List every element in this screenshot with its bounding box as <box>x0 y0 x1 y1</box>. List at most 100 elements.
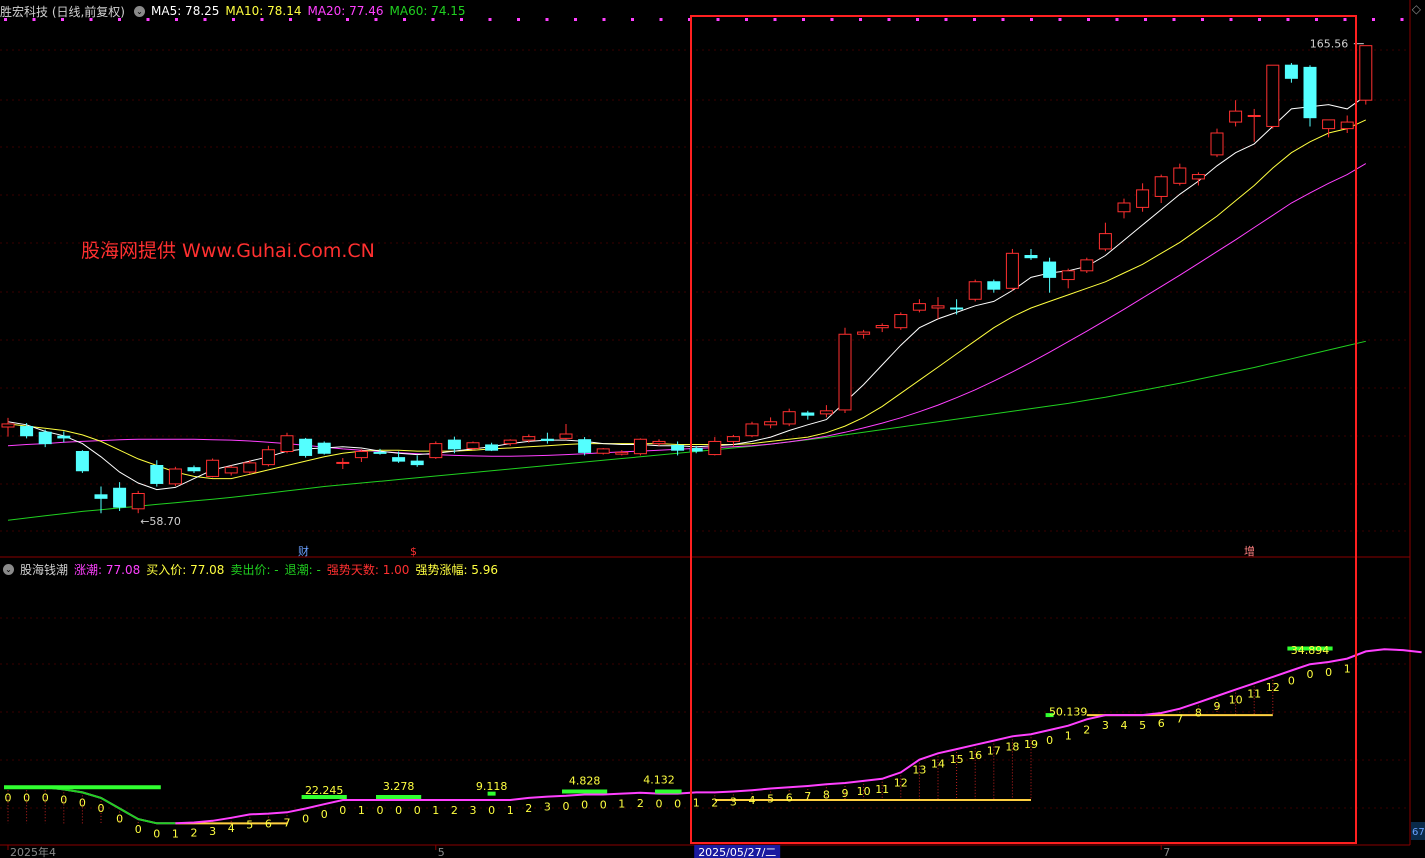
candle-body <box>1284 64 1298 79</box>
signal-dot <box>1058 18 1062 21</box>
candle-body <box>1247 115 1261 117</box>
signal-dot <box>716 18 720 21</box>
candle-body <box>857 331 871 335</box>
count-label: 0 <box>60 793 67 806</box>
signal-dot <box>374 18 378 21</box>
signal-dot <box>1001 18 1005 21</box>
candle-body <box>838 333 852 411</box>
count-label: 0 <box>153 827 160 840</box>
value-label: 9.118 <box>476 780 508 793</box>
count-label: 6 <box>1158 717 1165 730</box>
candle-body <box>224 466 238 474</box>
signal-dot <box>830 18 834 21</box>
signal-dot <box>631 18 634 21</box>
candle-body <box>113 487 127 508</box>
tuichao-line <box>8 786 176 825</box>
candle-body <box>912 303 926 311</box>
signal-dot <box>488 18 492 21</box>
x-axis-label: 2025年4 <box>10 845 56 858</box>
count-label: 0 <box>656 798 663 811</box>
candle-body <box>354 451 368 459</box>
candle-body <box>745 423 759 437</box>
signal-dot <box>659 18 663 21</box>
count-label: 0 <box>321 808 328 821</box>
signal-dot <box>944 18 948 21</box>
candle-body <box>968 281 982 300</box>
candle-body <box>1340 121 1354 130</box>
count-label: 15 <box>950 753 964 766</box>
candle-body <box>1043 261 1057 278</box>
signal-dot <box>346 18 349 21</box>
candle-body <box>708 440 722 456</box>
signal-dot <box>1030 18 1033 21</box>
signal-dot <box>175 18 178 21</box>
count-label: 9 <box>842 787 849 800</box>
count-label: 3 <box>1102 719 1109 732</box>
signal-dot <box>887 18 891 21</box>
candle-body <box>503 439 517 445</box>
candle-body <box>726 436 740 442</box>
signal-dot <box>1087 18 1090 21</box>
signal-dot <box>1115 18 1119 21</box>
count-label: 3 <box>209 825 216 838</box>
x-axis-label: 5 <box>438 846 445 858</box>
ma5-line <box>7 95 1367 491</box>
candle-body <box>1117 202 1131 213</box>
signal-dot <box>973 18 976 21</box>
count-label: 1 <box>618 798 625 811</box>
signal-dot <box>146 18 150 21</box>
candle-body <box>261 449 275 466</box>
stock-chart[interactable]: 165.56←58.70财 $ 增0 0 0 0 0 000 0 1 2 3 4 5 6 7 0 0 0 1 0 0 0 1 2… <box>0 0 1425 858</box>
signal-dot <box>32 18 36 21</box>
count-label: 1 <box>1065 730 1072 743</box>
candle-body <box>819 410 833 415</box>
candle-body <box>57 435 71 439</box>
count-label: 2 <box>637 797 644 810</box>
candle-body <box>206 459 220 477</box>
count-label: 4 <box>228 822 235 835</box>
count-label: 1 <box>507 804 514 817</box>
count-label: 2 <box>525 802 532 815</box>
signal-dot <box>859 18 862 21</box>
candle-body <box>429 443 443 459</box>
count-label: 0 <box>488 804 495 817</box>
count-label: 5 <box>246 818 253 831</box>
candle-body <box>540 438 554 442</box>
signal-dot <box>545 18 549 21</box>
count-label: 0 <box>377 804 384 817</box>
candle-body <box>652 440 666 445</box>
signal-dot <box>916 18 919 21</box>
count-label: 0 <box>600 798 607 811</box>
value-label: 4.132 <box>643 774 675 787</box>
signal-dot <box>1315 18 1318 21</box>
candle-body <box>1098 233 1112 250</box>
count-label: 0 <box>395 804 402 817</box>
candle-body <box>1005 252 1019 289</box>
count-label: 2 <box>711 796 718 809</box>
candle-body <box>987 281 1001 290</box>
count-label: 1 <box>693 796 700 809</box>
candle-body <box>243 462 257 473</box>
candle-body <box>131 493 145 510</box>
count-label: 3 <box>730 796 737 809</box>
candle-body <box>299 438 313 456</box>
candle-body <box>1154 176 1168 197</box>
signal-dot <box>89 18 93 21</box>
count-label: 12 <box>1266 681 1280 694</box>
count-label: 11 <box>1247 687 1261 700</box>
signal-dot <box>317 18 321 21</box>
count-label: 0 <box>414 804 421 817</box>
candle-body <box>875 325 889 329</box>
max-price-label: 165.56 <box>1310 38 1349 51</box>
count-label: 1 <box>432 804 439 817</box>
candle-body <box>410 460 424 466</box>
signal-dot <box>203 18 207 21</box>
candle-body <box>1359 45 1373 101</box>
count-label: 18 <box>1005 740 1019 753</box>
candle-body <box>336 461 350 464</box>
signal-dot <box>61 18 64 21</box>
signal-dot <box>260 18 264 21</box>
count-label: 0 <box>42 791 49 804</box>
signal-dot <box>602 18 606 21</box>
candle-body <box>801 412 815 416</box>
